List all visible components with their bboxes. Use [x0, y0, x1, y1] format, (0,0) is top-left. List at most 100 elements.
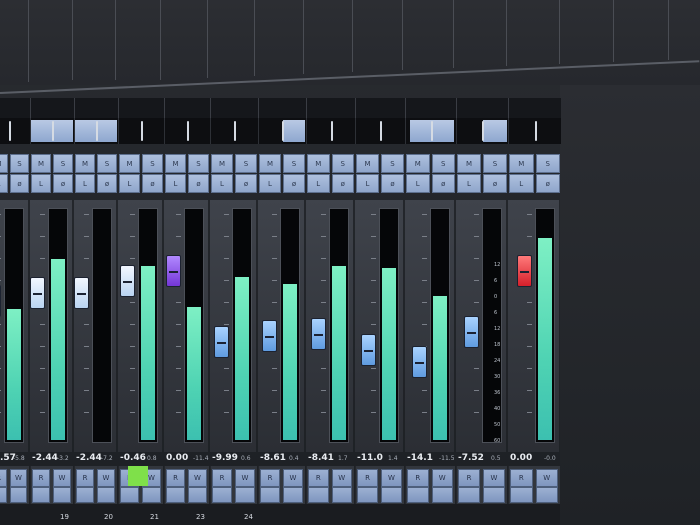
listen-button[interactable]: L [406, 174, 430, 193]
mute-button[interactable]: M [406, 154, 430, 173]
pan-control[interactable] [405, 118, 456, 144]
read-automation-button[interactable]: R [212, 469, 232, 487]
automation-button[interactable] [381, 487, 402, 503]
automation-button[interactable] [188, 487, 207, 503]
listen-button[interactable]: L [75, 174, 95, 193]
volume-fader[interactable] [74, 277, 89, 309]
solo-button[interactable]: S [188, 154, 209, 173]
automation-button[interactable] [431, 487, 453, 503]
mute-button[interactable]: M [356, 154, 379, 173]
automation-button[interactable] [308, 487, 329, 503]
write-automation-button[interactable]: W [10, 469, 27, 487]
phase-button[interactable]: ø [431, 174, 455, 193]
write-automation-button[interactable]: W [235, 469, 255, 487]
phase-button[interactable]: ø [188, 174, 209, 193]
solo-button[interactable]: S [331, 154, 354, 173]
solo-button[interactable]: S [381, 154, 404, 173]
read-automation-button[interactable]: R [260, 469, 280, 487]
listen-button[interactable]: L [259, 174, 281, 193]
pan-control[interactable] [74, 118, 118, 144]
automation-button[interactable] [166, 487, 185, 503]
automation-button[interactable] [283, 487, 303, 503]
automation-button[interactable] [97, 487, 115, 503]
automation-button[interactable] [142, 487, 161, 503]
listen-button[interactable]: L [0, 174, 8, 193]
listen-button[interactable]: L [211, 174, 233, 193]
solo-button[interactable]: S [142, 154, 163, 173]
read-automation-button[interactable]: R [357, 469, 378, 487]
read-automation-button[interactable]: R [0, 469, 7, 487]
pan-control[interactable] [258, 118, 306, 144]
phase-button[interactable]: ø [483, 174, 507, 193]
automation-button[interactable] [76, 487, 94, 503]
volume-fader[interactable] [120, 265, 135, 297]
pan-control[interactable] [306, 118, 355, 144]
volume-fader[interactable] [412, 346, 427, 378]
automation-button[interactable] [483, 487, 505, 503]
read-automation-button[interactable]: R [308, 469, 329, 487]
phase-button[interactable]: ø [142, 174, 163, 193]
mute-button[interactable]: M [457, 154, 481, 173]
pan-control[interactable] [210, 118, 258, 144]
automation-button[interactable] [235, 487, 255, 503]
mute-button[interactable]: M [165, 154, 186, 173]
volume-fader[interactable] [517, 255, 532, 287]
pan-control[interactable] [0, 118, 30, 144]
mute-button[interactable]: M [259, 154, 281, 173]
mute-button[interactable]: M [211, 154, 233, 173]
write-automation-button[interactable]: W [283, 469, 303, 487]
phase-button[interactable]: ø [331, 174, 354, 193]
phase-button[interactable]: ø [535, 174, 560, 193]
mute-button[interactable]: M [509, 154, 534, 173]
pan-control[interactable] [164, 118, 210, 144]
solo-button[interactable]: S [10, 154, 29, 173]
mute-button[interactable]: M [119, 154, 140, 173]
mute-button[interactable]: M [75, 154, 95, 173]
automation-button[interactable] [0, 487, 7, 503]
read-automation-button[interactable]: R [166, 469, 185, 487]
automation-button[interactable] [357, 487, 378, 503]
mute-button[interactable]: M [0, 154, 8, 173]
automation-button[interactable] [120, 487, 139, 503]
phase-button[interactable]: ø [235, 174, 257, 193]
automation-button[interactable] [407, 487, 429, 503]
automation-button[interactable] [53, 487, 71, 503]
phase-button[interactable]: ø [10, 174, 29, 193]
volume-fader[interactable] [464, 316, 479, 348]
write-automation-button[interactable]: W [381, 469, 402, 487]
read-automation-button[interactable]: R [32, 469, 50, 487]
volume-fader[interactable] [361, 334, 376, 366]
automation-button[interactable] [32, 487, 50, 503]
listen-button[interactable]: L [31, 174, 51, 193]
read-automation-button[interactable]: R [407, 469, 429, 487]
volume-fader[interactable] [30, 277, 45, 309]
pan-control[interactable] [30, 118, 74, 144]
solo-button[interactable]: S [431, 154, 455, 173]
write-automation-button[interactable]: W [483, 469, 505, 487]
write-automation-button[interactable]: W [53, 469, 71, 487]
volume-fader[interactable] [262, 320, 277, 352]
listen-button[interactable]: L [356, 174, 379, 193]
automation-button[interactable] [331, 487, 352, 503]
phase-button[interactable]: ø [283, 174, 305, 193]
solo-button[interactable]: S [483, 154, 507, 173]
phase-button[interactable]: ø [381, 174, 404, 193]
automation-button[interactable] [260, 487, 280, 503]
read-automation-button[interactable]: R [76, 469, 94, 487]
pan-control[interactable] [355, 118, 405, 144]
read-automation-button[interactable]: R [458, 469, 480, 487]
phase-button[interactable]: ø [53, 174, 73, 193]
volume-fader[interactable] [166, 255, 181, 287]
solo-button[interactable]: S [535, 154, 560, 173]
mute-button[interactable]: M [307, 154, 330, 173]
listen-button[interactable]: L [165, 174, 186, 193]
mute-button[interactable]: M [31, 154, 51, 173]
solo-button[interactable]: S [283, 154, 305, 173]
solo-button[interactable]: S [53, 154, 73, 173]
listen-button[interactable]: L [509, 174, 534, 193]
automation-button[interactable] [10, 487, 27, 503]
write-automation-button[interactable]: W [535, 469, 558, 487]
automation-button[interactable] [535, 487, 558, 503]
write-automation-button[interactable]: W [431, 469, 453, 487]
listen-button[interactable]: L [457, 174, 481, 193]
